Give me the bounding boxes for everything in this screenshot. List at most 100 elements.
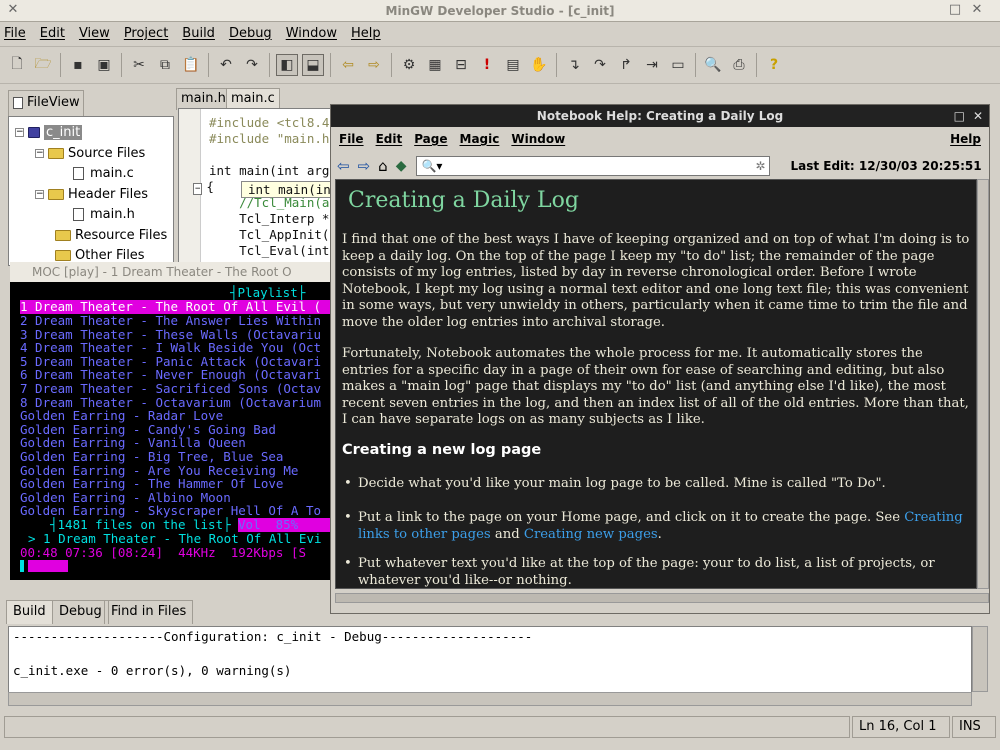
tree-item-resource-files[interactable]: Resource Files [55, 226, 167, 246]
forward-arrow-icon[interactable]: ⇨ [363, 54, 385, 76]
search-icon[interactable]: 🔍▾ [421, 159, 442, 173]
nb-menu-window[interactable]: Window [511, 132, 565, 146]
new-file-icon[interactable]: 🗋 [6, 54, 28, 76]
back-arrow-icon[interactable]: ⇦ [337, 54, 359, 76]
collapse-icon[interactable]: − [35, 149, 44, 158]
moc-terminal-window[interactable]: MOC [play] - 1 Dream Theater - The Root … [10, 262, 332, 580]
watch-icon[interactable]: ▭ [667, 54, 689, 76]
moc-row[interactable]: Golden Earring - The Hammer Of Love [20, 477, 283, 491]
window-menu-icon[interactable]: ✕ [6, 3, 20, 17]
toolbar-separator [556, 53, 557, 77]
hand-icon[interactable]: ✋ [528, 54, 550, 76]
moc-row[interactable]: 4 Dream Theater - I Walk Beside You (Oct [20, 341, 321, 355]
home-icon[interactable]: ⌂ [378, 157, 388, 175]
status-position: Ln 16, Col 1 [852, 716, 950, 738]
moc-row[interactable]: 2 Dream Theater - The Answer Lies Within [20, 314, 321, 328]
tab-build[interactable]: Build [6, 600, 53, 624]
moc-row[interactable]: 8 Dream Theater - Octavarium (Octavarium [20, 395, 321, 410]
moc-row[interactable]: Golden Earring - Big Tree, Blue Sea [20, 450, 283, 464]
moc-row[interactable]: Golden Earring - Albino Moon [20, 491, 231, 505]
compile-icon[interactable]: ⚙ [398, 54, 420, 76]
moc-row[interactable]: 7 Dream Theater - Sacrificed Sons (Octav [20, 382, 321, 396]
moc-row[interactable]: 6 Dream Theater - Never Enough (Octavari [20, 368, 321, 382]
menu-debug[interactable]: Debug [229, 26, 272, 41]
stop-icon[interactable]: ! [476, 54, 498, 76]
build-output-panel[interactable]: --------------------Configuration: c_ini… [8, 626, 972, 694]
code-editor[interactable]: #include <tcl8.4 #include "main.h int ma… [178, 108, 338, 268]
moc-row[interactable]: Golden Earring - Candy's Going Bad [20, 423, 276, 437]
moc-row[interactable]: Golden Earring - Vanilla Queen [20, 436, 246, 450]
close-icon[interactable]: ✕ [970, 3, 984, 17]
paste-icon[interactable]: 📋 [180, 54, 202, 76]
tab-debug[interactable]: Debug [52, 600, 109, 624]
nb-menu-help[interactable]: Help [950, 132, 981, 146]
print-icon[interactable]: ⎙ [728, 54, 750, 76]
maximize-icon[interactable]: □ [954, 105, 965, 127]
output-horizontal-scrollbar[interactable] [8, 692, 972, 706]
forward-arrow-icon[interactable]: ⇨ [358, 157, 371, 175]
back-arrow-icon[interactable]: ⇦ [337, 157, 350, 175]
moc-selected-row[interactable]: 1 Dream Theater - The Root Of All Evil ( [20, 300, 332, 314]
book-icon[interactable]: ◆ [396, 158, 407, 174]
clean-icon[interactable]: ⊟ [450, 54, 472, 76]
save-icon[interactable]: ▪ [67, 54, 89, 76]
notebook-page-content[interactable]: Creating a Daily Log I find that one of … [335, 179, 977, 589]
step-out-icon[interactable]: ↱ [615, 54, 637, 76]
close-icon[interactable]: ✕ [973, 105, 983, 127]
nb-menu-file[interactable]: File [339, 132, 364, 146]
search-box[interactable]: 🔍▾ ✲ [416, 156, 771, 176]
fold-icon[interactable]: − [193, 183, 203, 195]
build-icon[interactable]: ▦ [424, 54, 446, 76]
output-vertical-scrollbar[interactable] [972, 626, 988, 692]
notebook-vertical-scrollbar[interactable] [977, 179, 989, 589]
menu-project[interactable]: Project [124, 26, 168, 41]
run-to-cursor-icon[interactable]: ⇥ [641, 54, 663, 76]
cut-icon[interactable]: ✂ [128, 54, 150, 76]
notebook-horizontal-scrollbar[interactable] [335, 593, 989, 603]
notebook-menubar: File Edit Page Magic Window Help [331, 127, 989, 151]
collapse-icon[interactable]: − [15, 128, 24, 137]
menu-build[interactable]: Build [182, 26, 215, 41]
execute-icon[interactable]: ▤ [502, 54, 524, 76]
toolbar: 🗋 🗁 ▪ ▣ ✂ ⧉ 📋 ↶ ↷ ◧ ⬓ ⇦ ⇨ ⚙ ▦ ⊟ ! ▤ ✋ ↴ … [0, 46, 1000, 84]
help-icon[interactable]: ? [763, 54, 785, 76]
tree-item-main-h[interactable]: main.h [73, 205, 135, 225]
layout-left-icon[interactable]: ◧ [276, 54, 298, 76]
moc-row[interactable]: Golden Earring - Radar Love [20, 409, 223, 423]
nb-menu-page[interactable]: Page [414, 132, 447, 146]
tab-fileview[interactable]: FileView [8, 90, 84, 116]
menu-window[interactable]: Window [286, 26, 337, 41]
undo-icon[interactable]: ↶ [215, 54, 237, 76]
maximize-icon[interactable]: □ [948, 3, 962, 17]
step-over-icon[interactable]: ↷ [589, 54, 611, 76]
moc-row[interactable]: Golden Earring - Skyscraper Hell Of A To [20, 504, 321, 518]
code-tooltip: int main(in [241, 181, 337, 198]
tree-item-main-c[interactable]: main.c [73, 164, 134, 184]
menu-help[interactable]: Help [351, 26, 381, 41]
tab-main-h[interactable]: main.h [176, 88, 231, 110]
moc-row[interactable]: Golden Earring - Are You Receiving Me [20, 463, 298, 478]
copy-icon[interactable]: ⧉ [154, 54, 176, 76]
preview-icon[interactable]: 🔍 [702, 54, 724, 76]
moc-row[interactable]: 3 Dream Theater - These Walls (Octavariu [20, 327, 321, 342]
code-line: #include "main.h [209, 131, 330, 146]
tree-project[interactable]: − c_init [15, 123, 83, 143]
layout-bottom-icon[interactable]: ⬓ [302, 54, 324, 76]
link-creating-new-pages[interactable]: Creating new pages [524, 527, 658, 542]
tab-find-in-files[interactable]: Find in Files [104, 600, 194, 624]
moc-row[interactable]: 5 Dream Theater - Panic Attack (Octavari [20, 355, 321, 369]
tree-item-source-files[interactable]: − Source Files [35, 144, 145, 164]
menu-file[interactable]: File [4, 26, 26, 41]
tab-main-c[interactable]: main.c [226, 88, 280, 110]
nb-menu-edit[interactable]: Edit [376, 132, 403, 146]
nb-menu-magic[interactable]: Magic [460, 132, 500, 146]
redo-icon[interactable]: ↷ [241, 54, 263, 76]
moc-progress-bar [28, 560, 68, 572]
open-folder-icon[interactable]: 🗁 [32, 54, 54, 76]
menu-edit[interactable]: Edit [40, 26, 65, 41]
menu-view[interactable]: View [79, 26, 110, 41]
collapse-icon[interactable]: − [35, 190, 44, 199]
tree-item-header-files[interactable]: − Header Files [35, 185, 148, 205]
step-into-icon[interactable]: ↴ [563, 54, 585, 76]
save-all-icon[interactable]: ▣ [93, 54, 115, 76]
